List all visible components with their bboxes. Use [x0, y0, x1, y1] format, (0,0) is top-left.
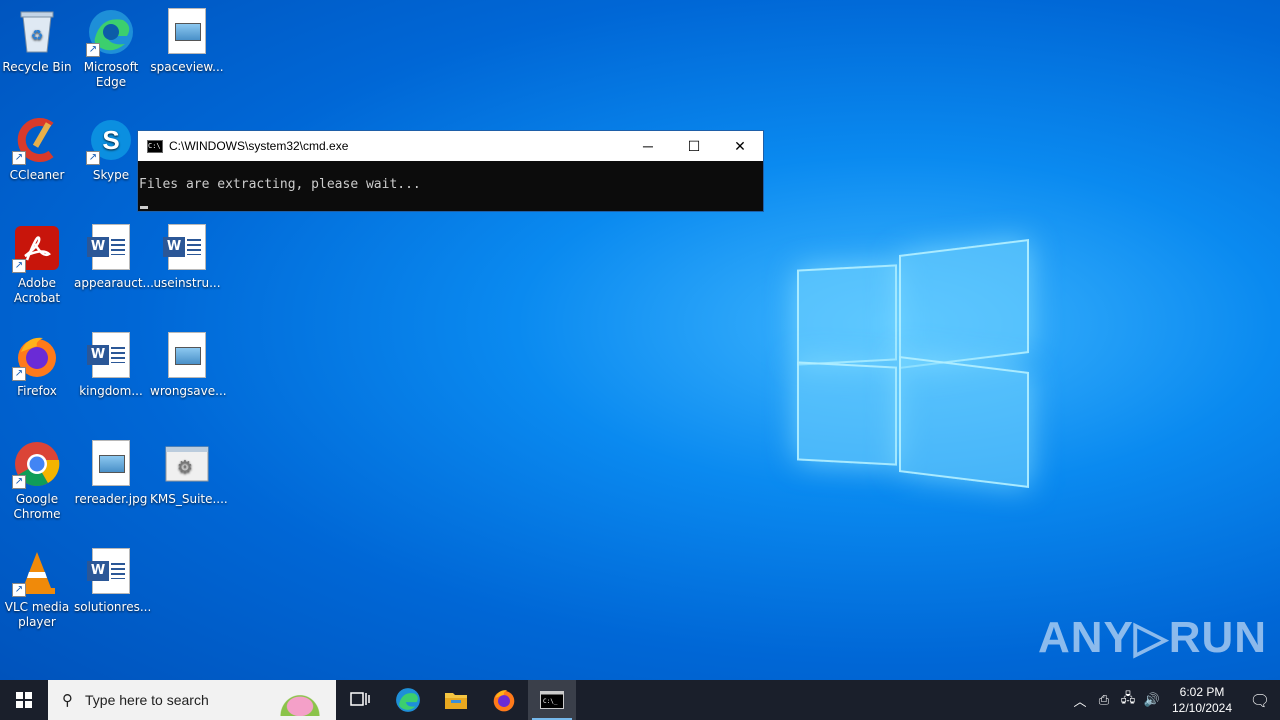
shortcut-arrow-icon: ↗ — [86, 43, 100, 57]
taskbar-search-box[interactable]: ⚲ Type here to search — [48, 680, 336, 720]
task-view-button[interactable] — [336, 680, 384, 720]
word-doc-icon: W — [87, 224, 135, 272]
desktop-icon-label: spaceview... — [150, 60, 224, 74]
desktop-icon-wrongsave[interactable]: wrongsave... — [150, 328, 227, 399]
desktop-icon-label: kingdom... — [79, 384, 143, 398]
desktop-icon-label: rereader.jpg — [74, 492, 148, 506]
taskbar-clock[interactable]: 6:02 PM 12/10/2024 — [1164, 684, 1240, 716]
action-center-icon[interactable]: 🗨 — [1240, 691, 1280, 710]
cmd-icon: C:\_ — [540, 691, 564, 709]
cmd-titlebar[interactable]: C:\ C:\WINDOWS\system32\cmd.exe ─ ☐ ✕ — [138, 131, 763, 161]
vlc-icon: ↗ — [12, 548, 61, 597]
shortcut-arrow-icon: ↗ — [12, 367, 26, 381]
volume-icon[interactable]: 🔊 — [1140, 693, 1164, 708]
desktop-icon-kms-suite[interactable]: ⚙ KMS_Suite.... — [150, 436, 228, 507]
desktop-icon-label: CCleaner — [9, 168, 65, 182]
console-cursor — [140, 206, 148, 209]
desktop-icon-spaceview[interactable]: spaceview... — [150, 4, 224, 75]
cmd-window[interactable]: C:\ C:\WINDOWS\system32\cmd.exe ─ ☐ ✕ Fi… — [137, 130, 764, 212]
desktop-icon-ccleaner[interactable]: ↗ CCleaner — [0, 112, 74, 183]
shortcut-arrow-icon: ↗ — [12, 259, 26, 273]
desktop-icon-recycle-bin[interactable]: ♻ Recycle Bin — [0, 4, 74, 75]
word-doc-icon: W — [87, 548, 135, 596]
taskbar-cmd-button[interactable]: C:\_ — [528, 680, 576, 720]
shortcut-arrow-icon: ↗ — [12, 583, 26, 597]
skype-icon: S ↗ — [86, 116, 135, 165]
chrome-icon: ↗ — [12, 440, 61, 489]
desktop-icon-label: VLC media player — [4, 600, 70, 629]
desktop-icon-label: Recycle Bin — [2, 60, 72, 74]
desktop-icon-label: KMS_Suite.... — [150, 492, 228, 506]
desktop-icon-rereader[interactable]: rereader.jpg — [74, 436, 148, 507]
taskbar-file-explorer-button[interactable] — [432, 680, 480, 720]
word-doc-icon: W — [163, 224, 211, 272]
windows-wallpaper-logo — [795, 239, 1030, 488]
close-button[interactable]: ✕ — [717, 131, 763, 161]
desktop-icon-solutionres[interactable]: W solutionres... — [74, 544, 152, 615]
search-icon: ⚲ — [62, 691, 73, 709]
show-hidden-icons-chevron-icon[interactable]: ︿ — [1068, 691, 1092, 710]
desktop-icon-label: appearauct... — [74, 276, 154, 290]
desktop-icon-label: Microsoft Edge — [83, 60, 139, 89]
acrobat-icon: ↗ — [12, 224, 61, 273]
desktop-icon-useinstru[interactable]: W useinstru... — [150, 220, 224, 291]
shortcut-arrow-icon: ↗ — [86, 151, 100, 165]
cmd-icon: C:\ — [147, 139, 163, 153]
desktop-icon-edge[interactable]: ↗ Microsoft Edge — [74, 4, 148, 90]
svg-text:C:\_: C:\_ — [543, 698, 558, 705]
edge-icon: ↗ — [86, 8, 135, 57]
svg-text:♻: ♻ — [31, 28, 44, 44]
task-view-icon — [350, 692, 370, 706]
taskbar-edge-button[interactable] — [384, 680, 432, 720]
firefox-icon: ↗ — [12, 332, 61, 381]
image-file-icon — [163, 8, 211, 56]
desktop-icon-label: useinstru... — [153, 276, 221, 290]
svg-text:S: S — [102, 125, 119, 155]
desktop-icon-label: Google Chrome — [13, 492, 61, 521]
svg-text:⚙: ⚙ — [177, 457, 193, 478]
desktop-icon-label: Firefox — [17, 384, 57, 398]
taskbar-firefox-button[interactable] — [480, 680, 528, 720]
system-tray: ︿ ⎙ 🖧 🔊 6:02 PM 12/10/2024 🗨 — [1068, 680, 1280, 720]
ccleaner-icon: ↗ — [12, 116, 61, 165]
recycle-bin-icon: ♻ — [13, 8, 61, 56]
network-icon[interactable]: 🖧 — [1116, 689, 1140, 711]
clock-date: 12/10/2024 — [1171, 701, 1233, 715]
meet-now-icon[interactable]: ⎙ — [1092, 693, 1116, 708]
exe-file-icon: ⚙ — [163, 440, 211, 488]
word-doc-icon: W — [87, 332, 135, 380]
cmd-title: C:\WINDOWS\system32\cmd.exe — [169, 139, 349, 153]
firefox-icon — [493, 690, 515, 712]
desktop-icon-google-chrome[interactable]: ↗ Google Chrome — [0, 436, 74, 522]
shortcut-arrow-icon: ↗ — [12, 151, 26, 165]
taskbar: ⚲ Type here to search C:\_ ︿ ⎙ 🖧 🔊 6:02 … — [0, 680, 1280, 720]
image-file-icon — [163, 332, 211, 380]
shortcut-arrow-icon: ↗ — [12, 475, 26, 489]
desktop-icon-appearauct[interactable]: W appearauct... — [74, 220, 154, 291]
folder-icon — [445, 693, 467, 709]
search-highlight-image — [270, 684, 330, 716]
desktop-icon-vlc[interactable]: ↗ VLC media player — [0, 544, 74, 630]
desktop-icon-label: wrongsave... — [150, 384, 227, 398]
search-placeholder: Type here to search — [85, 692, 209, 708]
desktop-icon-kingdom[interactable]: W kingdom... — [74, 328, 148, 399]
desktop-icon-adobe-acrobat[interactable]: ↗ Adobe Acrobat — [0, 220, 74, 306]
start-button[interactable] — [0, 680, 48, 720]
maximize-button[interactable]: ☐ — [671, 131, 717, 161]
edge-icon — [396, 688, 420, 712]
windows-start-icon — [16, 692, 32, 708]
desktop-icon-label: solutionres... — [74, 600, 152, 614]
anyrun-watermark: ANY▷RUN — [1038, 613, 1268, 662]
minimize-button[interactable]: ─ — [625, 131, 671, 161]
console-output: Files are extracting, please wait... — [139, 177, 421, 192]
desktop-icon-label: Adobe Acrobat — [13, 276, 61, 305]
image-file-icon — [87, 440, 135, 488]
desktop-icon-firefox[interactable]: ↗ Firefox — [0, 328, 74, 399]
clock-time: 6:02 PM — [1179, 685, 1225, 699]
